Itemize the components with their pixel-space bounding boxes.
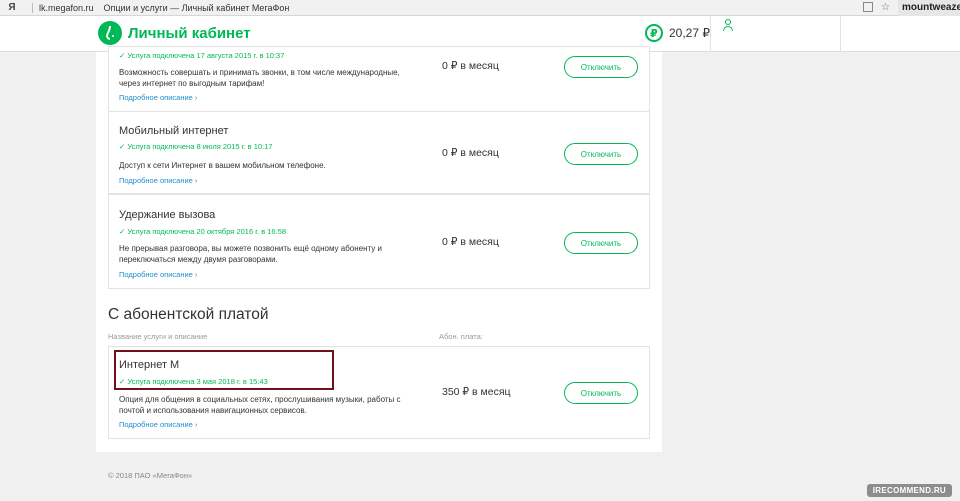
section-heading: С абонентской платой bbox=[108, 306, 269, 323]
address-bar[interactable]: lk.megafon.ru bbox=[39, 3, 94, 13]
service-price: 350 ₽ в месяц bbox=[442, 386, 511, 398]
profile-icon[interactable] bbox=[722, 19, 734, 33]
column-header-name: Название услуги и описание bbox=[108, 332, 208, 341]
main-content: ✓ Услуга подключена 17 августа 2015 г. в… bbox=[96, 46, 662, 452]
service-connected-date: ✓ Услуга подключена 8 июля 2015 г. в 10:… bbox=[119, 142, 273, 151]
bookmark-star-icon[interactable]: ☆ bbox=[881, 2, 890, 13]
service-card: Мобильный интернет ✓ Услуга подключена 8… bbox=[108, 111, 650, 194]
service-name: Удержание вызова bbox=[119, 209, 216, 221]
browser-icons: ☆ bbox=[863, 2, 890, 13]
service-name: Мобильный интернет bbox=[119, 125, 229, 137]
service-price: 0 ₽ в месяц bbox=[442, 236, 499, 248]
balance-value: 20,27 ₽ bbox=[669, 26, 710, 40]
browser-user[interactable]: mountweazel bbox=[898, 0, 960, 16]
service-card: Удержание вызова ✓ Услуга подключена 20 … bbox=[108, 194, 650, 289]
divider bbox=[32, 2, 33, 13]
disable-service-button[interactable]: Отключить bbox=[564, 143, 638, 165]
service-details-link[interactable]: Подробное описание › bbox=[119, 93, 197, 102]
watermark: IRECOMMEND.RU bbox=[866, 484, 952, 497]
megafon-logo-icon[interactable] bbox=[98, 21, 122, 45]
service-description: Не прерывая разговора, вы можете позвони… bbox=[119, 244, 382, 264]
balance[interactable]: ₽ 20,27 ₽ bbox=[645, 24, 710, 42]
service-price: 0 ₽ в месяц bbox=[442, 60, 499, 72]
service-connected-date: ✓ Услуга подключена 17 августа 2015 г. в… bbox=[119, 51, 285, 60]
footer-copyright: © 2018 ПАО «МегаФон» bbox=[108, 471, 193, 480]
divider bbox=[840, 16, 841, 52]
service-price: 0 ₽ в месяц bbox=[442, 147, 499, 159]
tab-title: Опции и услуги — Личный кабинет МегаФон bbox=[103, 2, 290, 13]
disable-service-button[interactable]: Отключить bbox=[564, 56, 638, 78]
service-connected-date: ✓ Услуга подключена 20 октября 2016 г. в… bbox=[119, 227, 287, 236]
browser-bar: Я lk.megafon.ru Опции и услуги — Личный … bbox=[0, 0, 960, 16]
divider bbox=[710, 16, 711, 52]
service-description: Доступ к сети Интернет в вашем мобильном… bbox=[119, 161, 326, 170]
brand-title[interactable]: Личный кабинет bbox=[128, 25, 251, 42]
column-header-price: Абон. плата: bbox=[439, 332, 483, 341]
service-details-link[interactable]: Подробное описание › bbox=[119, 176, 197, 185]
disable-service-button[interactable]: Отключить bbox=[564, 232, 638, 254]
service-description: Возможность совершать и принимать звонки… bbox=[119, 68, 400, 88]
highlight-box bbox=[114, 350, 334, 390]
disable-service-button[interactable]: Отключить bbox=[564, 382, 638, 404]
service-details-link[interactable]: Подробное описание › bbox=[119, 270, 197, 279]
service-details-link[interactable]: Подробное описание › bbox=[119, 420, 197, 429]
service-description: Опция для общения в социальных сетях, пр… bbox=[119, 395, 401, 415]
extensions-icon[interactable] bbox=[863, 2, 874, 12]
yandex-icon[interactable]: Я bbox=[0, 2, 24, 13]
ruble-icon: ₽ bbox=[645, 24, 663, 42]
